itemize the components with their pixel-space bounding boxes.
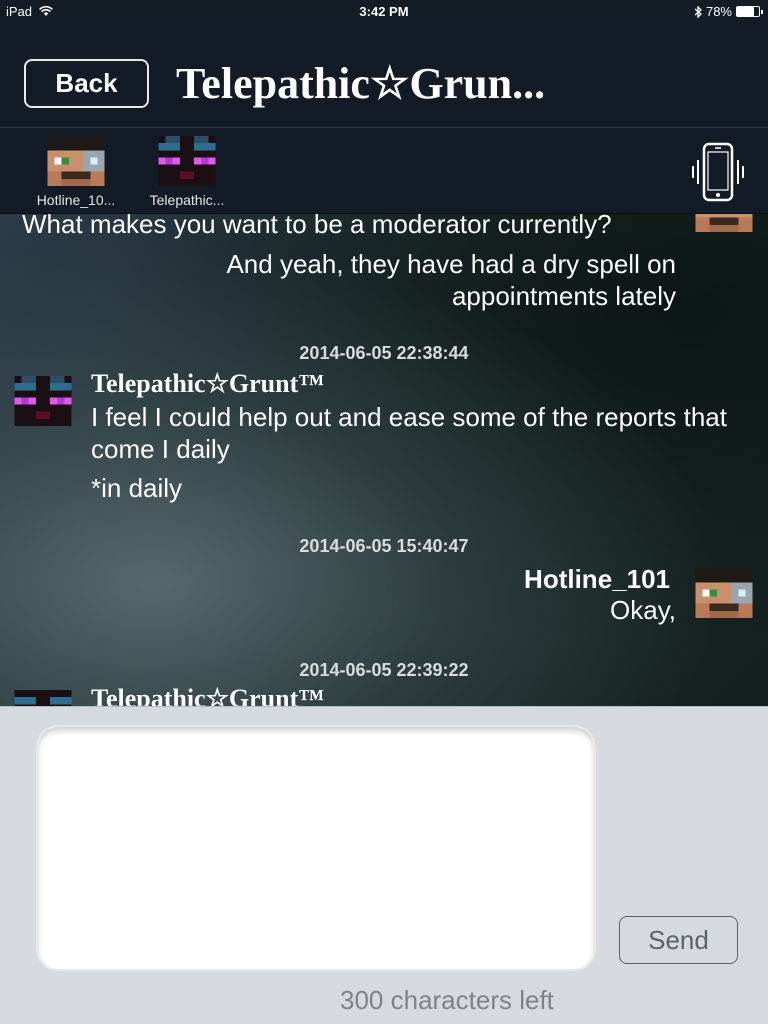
compose-area: Send 300 characters left xyxy=(0,706,768,1024)
timestamp: 2014-06-05 15:40:47 xyxy=(299,536,469,556)
telepathic-avatar xyxy=(14,690,72,706)
sender-name: Hotline_101 xyxy=(524,564,670,594)
sender-name: Telepathic☆Grunt™ xyxy=(91,369,325,398)
send-button[interactable]: Send xyxy=(619,916,738,964)
nav-bar: Back Telepathic☆Grun... xyxy=(0,22,768,128)
message-text: Okay, xyxy=(610,595,676,625)
participant-label: Telepathic... xyxy=(149,192,225,208)
participants-bar: Hotline_10... Telepathic... xyxy=(0,128,768,214)
hotline-avatar xyxy=(695,214,753,232)
vibrate-phone-icon[interactable] xyxy=(690,142,746,202)
telepathic-avatar xyxy=(158,136,216,186)
back-button[interactable]: Back xyxy=(24,59,149,108)
sender-name: Telepathic☆Grunt™ xyxy=(91,684,325,706)
participant-telepathic[interactable]: Telepathic... xyxy=(137,136,237,208)
hotline-avatar xyxy=(47,136,105,186)
chat-area[interactable]: What makes you want to be a moderator cu… xyxy=(0,214,768,706)
message-text: I feel I could help out and ease some of… xyxy=(91,402,727,464)
battery-percent: 78% xyxy=(705,4,732,19)
telepathic-avatar xyxy=(14,376,72,426)
status-right: 78% xyxy=(694,4,763,19)
participant-hotline[interactable]: Hotline_10... xyxy=(26,136,126,208)
hotline-avatar xyxy=(695,568,753,618)
timestamp: 2014-06-05 22:38:44 xyxy=(299,343,469,363)
participant-label: Hotline_10... xyxy=(36,192,116,208)
message-text: What makes you want to be a moderator cu… xyxy=(22,214,612,239)
message-text: And yeah, they have had a dry spell on a… xyxy=(226,249,676,311)
message-text: *in daily xyxy=(91,473,183,503)
battery-icon xyxy=(736,6,763,17)
page-title: Telepathic☆Grun... xyxy=(176,59,546,108)
battery-fill xyxy=(737,7,755,16)
bluetooth-icon xyxy=(694,5,702,18)
status-time: 3:42 PM xyxy=(359,4,409,19)
characters-left-counter: 300 characters left xyxy=(340,985,554,1015)
status-bar: iPad 3:42 PM 78% xyxy=(0,0,768,22)
message-input[interactable] xyxy=(36,725,596,971)
timestamp: 2014-06-05 22:39:22 xyxy=(299,660,469,680)
